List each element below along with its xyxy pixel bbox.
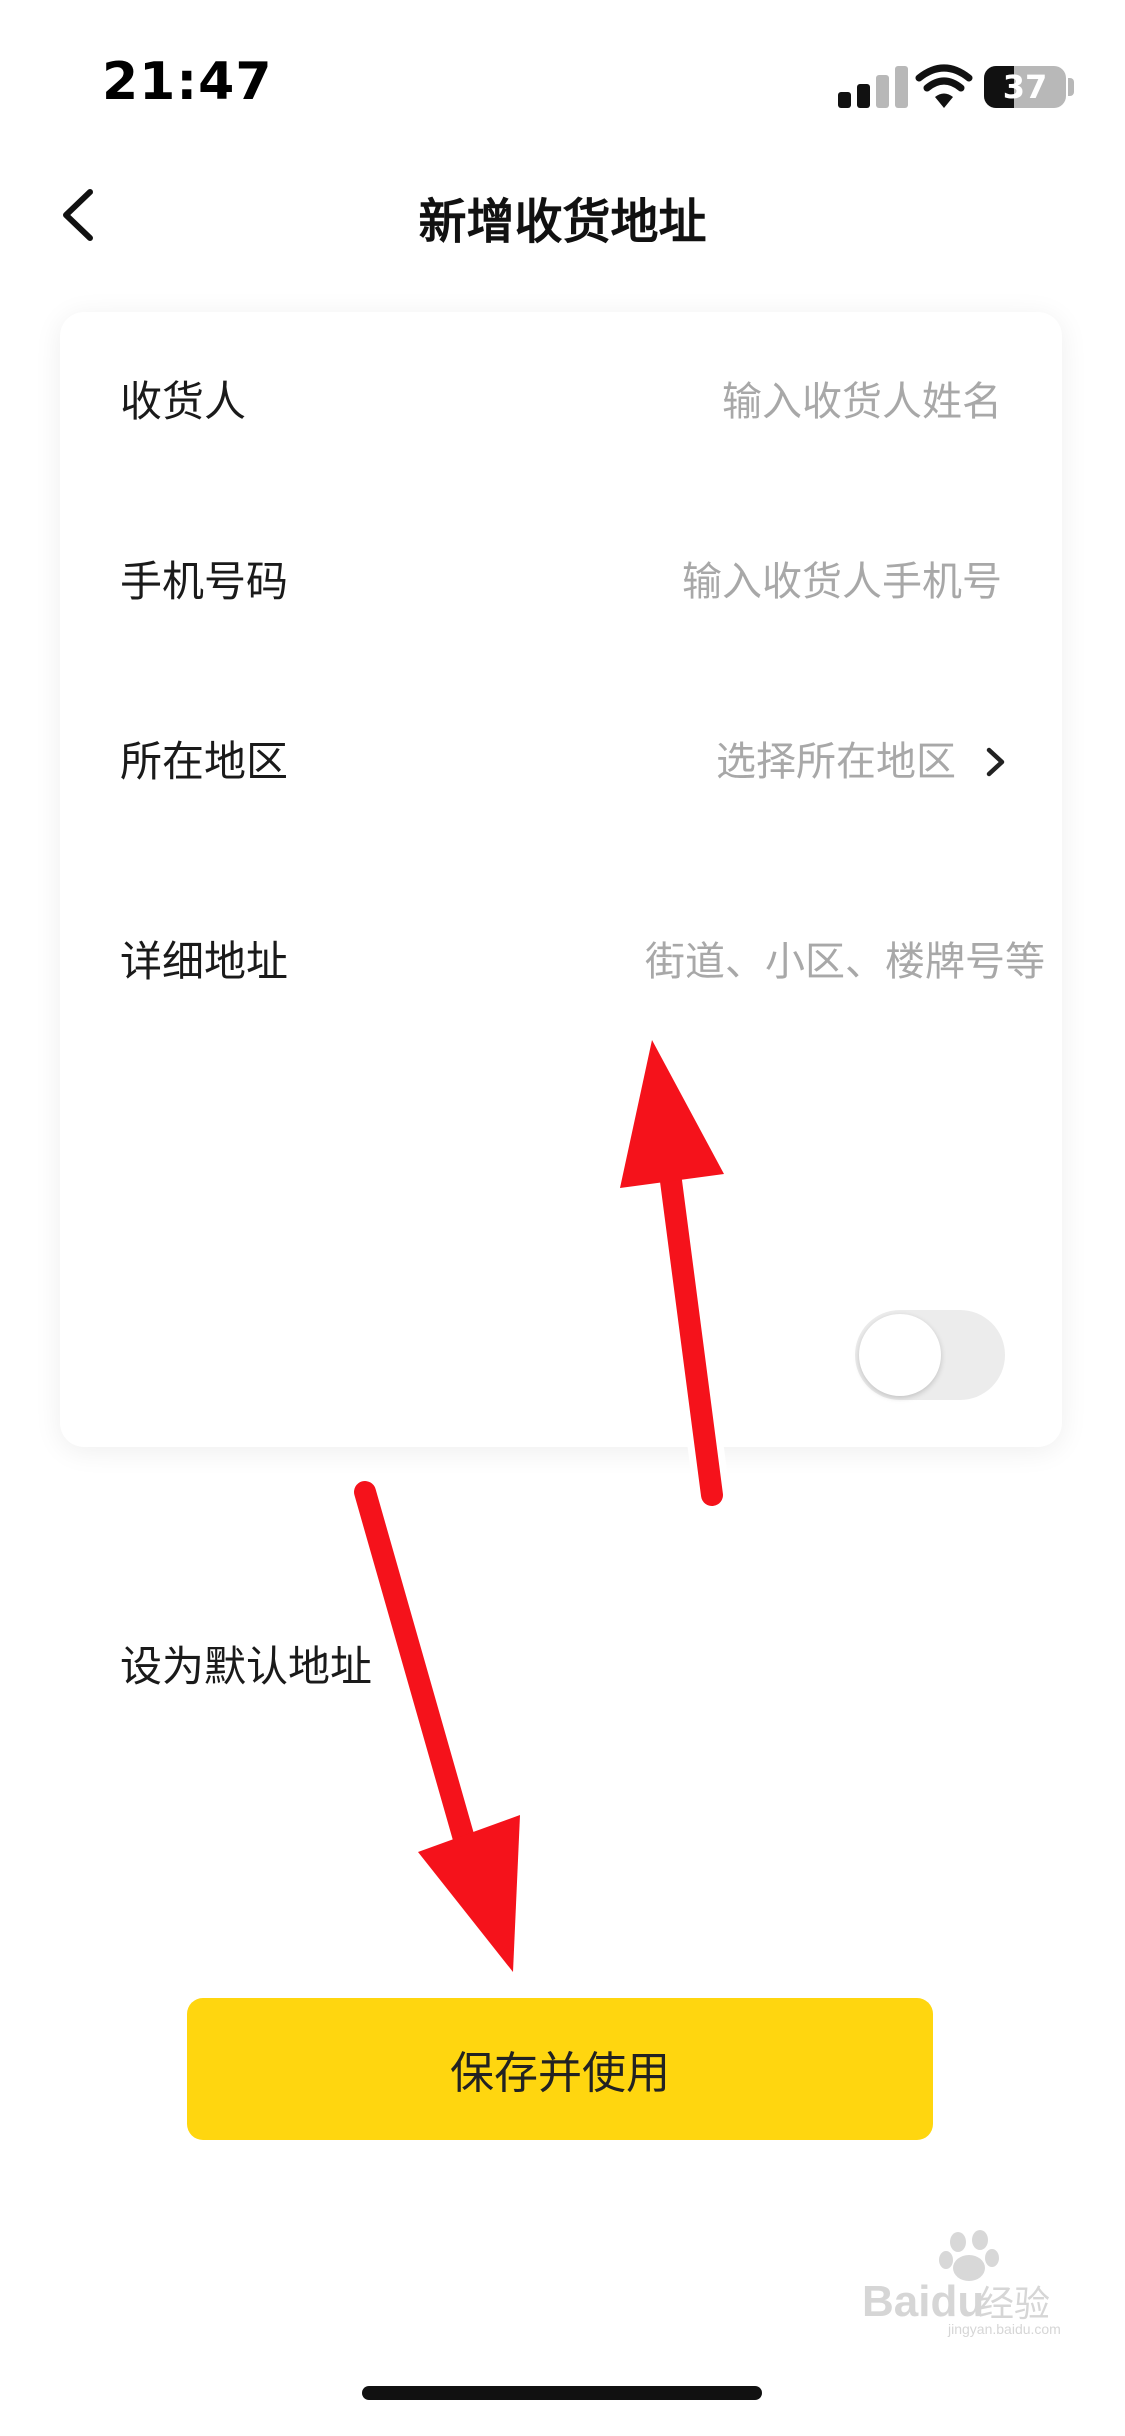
cellular-signal-icon: [838, 66, 908, 108]
baidu-paw-logo-icon: Baidu 经验 jingyan.baidu.com: [862, 2230, 1061, 2337]
default-address-label: 设为默认地址: [120, 1642, 373, 1691]
status-time: 21:47: [102, 52, 273, 112]
default-address-toggle[interactable]: [855, 1310, 1005, 1400]
battery-icon: 37: [984, 66, 1066, 108]
chevron-right-icon: [986, 747, 1005, 777]
watermark-brand: Baidu: [862, 2277, 984, 2326]
status-bar: 21:47 37: [0, 0, 1125, 170]
phone-number-input[interactable]: [400, 552, 1002, 612]
watermark-site: jingyan.baidu.com: [947, 2321, 1061, 2337]
address-label: 详细地址: [120, 937, 289, 986]
arrow-down-icon: [347, 1474, 533, 1993]
recipient-row: 收货人: [60, 342, 1062, 462]
address-form-card: 收货人 手机号码 所在地区 选择所在地区 详细地址 设为默认地址: [60, 312, 1062, 1691]
region-label: 所在地区: [120, 737, 289, 786]
save-and-use-button[interactable]: 保存并使用: [187, 1998, 933, 2140]
page-title: 新增收货地址: [418, 194, 707, 250]
recipient-name-input[interactable]: [400, 372, 1002, 432]
battery-level: 37: [1002, 68, 1048, 106]
default-address-row: 设为默认地址: [60, 1607, 1062, 1727]
baidu-watermark: Baidu 经验 jingyan.baidu.com: [858, 2230, 1068, 2340]
phone-label: 手机号码: [120, 557, 289, 606]
region-placeholder: 选择所在地区: [716, 739, 956, 785]
battery-tip: [1068, 78, 1074, 96]
wifi-icon: [915, 64, 973, 108]
region-selector[interactable]: 所在地区 选择所在地区: [60, 702, 1062, 822]
recipient-label: 收货人: [120, 377, 247, 426]
home-indicator[interactable]: [362, 2386, 762, 2400]
detailed-address-textarea[interactable]: [400, 932, 1045, 1172]
phone-row: 手机号码: [60, 522, 1062, 642]
watermark-text: 经验: [978, 2284, 1050, 2325]
toggle-knob: [859, 1314, 941, 1396]
